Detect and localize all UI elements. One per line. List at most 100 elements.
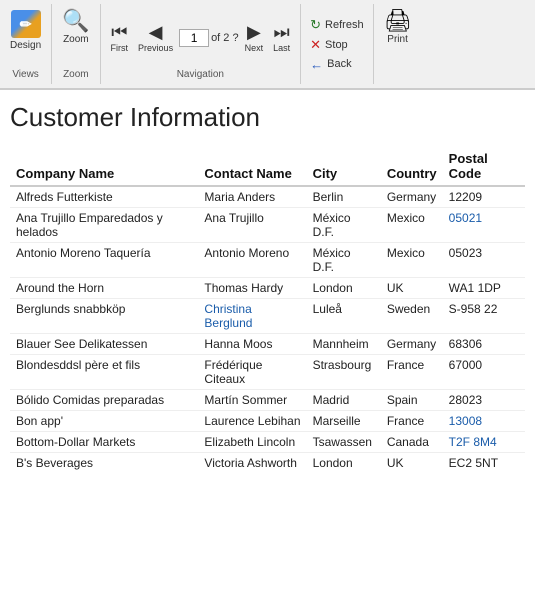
next-label: Next [245,43,264,53]
cell-city: Strasbourg [307,355,381,390]
refresh-icon: ↻ [310,17,321,33]
report-area: Customer Information Company Name Contac… [0,90,535,485]
cell-country: Canada [381,432,443,453]
cell-postal: 13008 [443,411,525,432]
cell-country: France [381,355,443,390]
zoom-label: Zoom [63,34,89,45]
cell-city: London [307,278,381,299]
cell-postal: S-958 22 [443,299,525,334]
cell-company: Blauer See Delikatessen [10,334,198,355]
cell-postal: 67000 [443,355,525,390]
cell-postal: 68306 [443,334,525,355]
cell-contact: Maria Anders [198,186,306,208]
table-row: Blauer See DelikatessenHanna MoosMannhei… [10,334,525,355]
cell-city: Luleå [307,299,381,334]
col-company-name: Company Name [10,147,198,186]
cell-city: México D.F. [307,243,381,278]
toolbar-group-navigation: ⏮ First ◀ Previous 1 of 2 ? ▶ Next ⏭ Las… [101,4,302,84]
print-button[interactable]: 🖨 Print [380,8,416,47]
back-label: Back [327,58,351,70]
cell-contact: Elizabeth Lincoln [198,432,306,453]
design-button[interactable]: ✏ Design [6,8,45,53]
refresh-button[interactable]: ↻ Refresh [307,16,366,34]
cell-country: Germany [381,334,443,355]
cell-city: London [307,453,381,474]
cell-contact: Antonio Moreno [198,243,306,278]
page-of-text: of 2 ? [211,32,239,44]
col-contact-name: Contact Name [198,147,306,186]
table-row: Ana Trujillo Emparedados y heladosAna Tr… [10,208,525,243]
first-button[interactable]: ⏮ First [107,20,133,55]
cell-company: Around the Horn [10,278,198,299]
page-number-input[interactable]: 1 [179,29,209,47]
cell-company: Ana Trujillo Emparedados y helados [10,208,198,243]
cell-company: Alfreds Futterkiste [10,186,198,208]
toolbar-group-zoom: 🔍 Zoom Zoom [52,4,100,84]
print-label: Print [387,34,408,45]
stop-label: Stop [325,39,348,51]
cell-contact: Thomas Hardy [198,278,306,299]
next-icon: ▶ [247,22,261,43]
cell-city: Marseille [307,411,381,432]
nav-controls: ⏮ First ◀ Previous 1 of 2 ? ▶ Next ⏭ Las… [107,8,295,67]
cell-city: Berlin [307,186,381,208]
next-button[interactable]: ▶ Next [241,20,268,55]
back-button[interactable]: ← Back [307,56,366,73]
cell-country: Mexico [381,243,443,278]
toolbar-group-refresh: ↻ Refresh ✕ Stop ← Back [301,4,373,84]
previous-label: Previous [138,43,173,53]
cell-contact: Ana Trujillo [198,208,306,243]
table-row: Alfreds FutterkisteMaria AndersBerlinGer… [10,186,525,208]
last-label: Last [273,43,290,53]
cell-contact: Victoria Ashworth [198,453,306,474]
first-icon: ⏮ [111,22,127,43]
cell-company: Berglunds snabbköp [10,299,198,334]
refresh-label: Refresh [325,19,364,31]
cell-country: Mexico [381,208,443,243]
cell-city: México D.F. [307,208,381,243]
views-group-label: Views [12,67,39,80]
zoom-group-label: Zoom [63,67,89,80]
table-row: Bottom-Dollar MarketsElizabeth LincolnTs… [10,432,525,453]
cell-city: Madrid [307,390,381,411]
cell-postal: 12209 [443,186,525,208]
cell-postal: 05023 [443,243,525,278]
first-label: First [111,43,129,53]
customer-table: Company Name Contact Name City Country P… [10,147,525,473]
cell-country: Spain [381,390,443,411]
print-icon: 🖨 [384,10,412,32]
design-label: Design [10,40,41,51]
table-row: Bon app'Laurence LebihanMarseilleFrance1… [10,411,525,432]
design-icon: ✏ [11,10,41,38]
table-row: Blondesddsl père et filsFrédérique Citea… [10,355,525,390]
cell-company: Bottom-Dollar Markets [10,432,198,453]
cell-postal: WA1 1DP [443,278,525,299]
cell-company: Blondesddsl père et fils [10,355,198,390]
zoom-button[interactable]: 🔍 Zoom [58,8,93,47]
navigation-group-label: Navigation [107,67,295,80]
table-header-row: Company Name Contact Name City Country P… [10,147,525,186]
back-icon: ← [310,57,323,72]
table-row: B's BeveragesVictoria AshworthLondonUKEC… [10,453,525,474]
cell-company: B's Beverages [10,453,198,474]
last-button[interactable]: ⏭ Last [269,20,294,55]
stop-button[interactable]: ✕ Stop [307,36,366,54]
toolbar-group-print: 🖨 Print [374,4,422,84]
cell-company: Bon app' [10,411,198,432]
cell-contact: Christina Berglund [198,299,306,334]
toolbar-group-views: ✏ Design Views [0,4,52,84]
col-postal-code: Postal Code [443,147,525,186]
cell-postal: EC2 5NT [443,453,525,474]
cell-city: Mannheim [307,334,381,355]
cell-country: France [381,411,443,432]
col-city: City [307,147,381,186]
cell-contact: Laurence Lebihan [198,411,306,432]
cell-country: UK [381,453,443,474]
cell-city: Tsawassen [307,432,381,453]
table-row: Bólido Comidas preparadasMartín SommerMa… [10,390,525,411]
previous-icon: ◀ [149,22,163,43]
cell-company: Bólido Comidas preparadas [10,390,198,411]
report-title: Customer Information [10,102,525,133]
cell-country: Sweden [381,299,443,334]
previous-button[interactable]: ◀ Previous [134,20,177,55]
